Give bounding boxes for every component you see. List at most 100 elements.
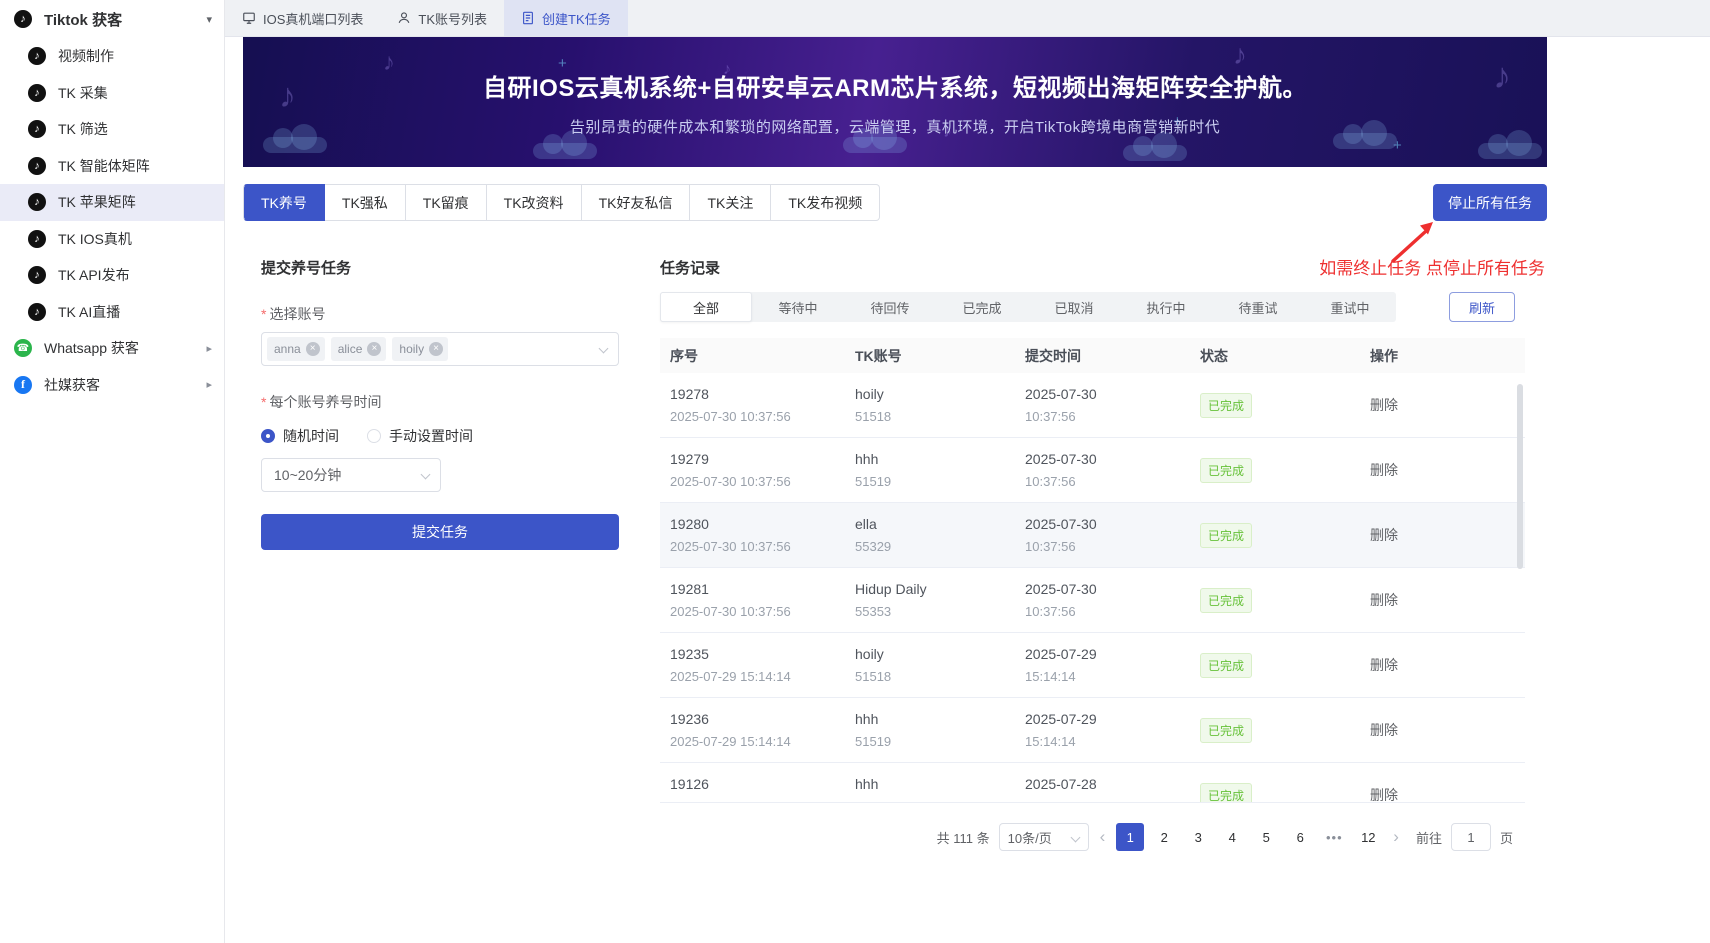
tk-account-id: 55353: [855, 604, 1015, 619]
tab-tk-account-list[interactable]: TK账号列表: [380, 0, 504, 36]
task-type-tab[interactable]: TK改资料: [487, 184, 582, 221]
sidebar-item[interactable]: ♪ TK AI直播 ▸: [0, 294, 224, 331]
status-filter-tab[interactable]: 全部: [660, 292, 752, 322]
task-type-tab[interactable]: TK养号: [243, 184, 325, 221]
sidebar-item-label: TK AI直播: [58, 302, 120, 322]
page-number-button[interactable]: •••: [1320, 823, 1348, 851]
delete-button[interactable]: 删除: [1370, 590, 1398, 610]
tab-ios-device-port-list[interactable]: IOS真机端口列表: [225, 0, 380, 36]
sidebar-item[interactable]: ♪ TK IOS真机 ▸: [0, 221, 224, 258]
status-badge: 已完成: [1200, 393, 1252, 418]
tab-label: TK账号列表: [418, 9, 487, 28]
sidebar-item[interactable]: ☎ Whatsapp 获客 ▸: [0, 330, 224, 367]
task-type-tab[interactable]: TK发布视频: [771, 184, 880, 221]
page-number-button[interactable]: 3: [1184, 823, 1212, 851]
status-filter-tab[interactable]: 重试中: [1304, 292, 1396, 322]
prev-page-button[interactable]: ‹: [1098, 827, 1108, 847]
page-number-button[interactable]: 1: [1116, 823, 1144, 851]
sidebar-item-label: TK 苹果矩阵: [58, 192, 136, 212]
submit-task-panel: 提交养号任务 *选择账号 anna × alice × hoily × *每个账…: [261, 257, 619, 851]
device-icon: [242, 11, 256, 25]
page-number-button[interactable]: 5: [1252, 823, 1280, 851]
page-number-button[interactable]: 12: [1354, 823, 1382, 851]
status-filter-tab[interactable]: 待重试: [1212, 292, 1304, 322]
music-note-decoration: ♪: [1233, 39, 1247, 71]
duration-select[interactable]: 10~20分钟: [261, 458, 441, 492]
task-type-tab[interactable]: TK好友私信: [582, 184, 691, 221]
tiktok-icon: ♪: [28, 266, 46, 284]
page-number-button[interactable]: 4: [1218, 823, 1246, 851]
submit-date: 2025-07-28: [1025, 776, 1190, 792]
remove-tag-icon[interactable]: ×: [367, 342, 381, 356]
status-filter-tab[interactable]: 执行中: [1120, 292, 1212, 322]
scrollbar-thumb[interactable]: [1517, 384, 1523, 569]
delete-button[interactable]: 删除: [1370, 525, 1398, 545]
tk-account-id: 51518: [855, 669, 1015, 684]
submit-time: 10:37:56: [1025, 539, 1190, 554]
tiktok-icon: ♪: [14, 10, 32, 28]
submit-time: 10:37:56: [1025, 409, 1190, 424]
radio-dot-icon: [261, 429, 275, 443]
tab-create-tk-task[interactable]: 创建TK任务: [504, 0, 628, 36]
column-header: 状态: [1190, 346, 1360, 366]
tk-account-name: hhh: [855, 776, 1015, 792]
table-header-row: 序号TK账号提交时间状态操作: [660, 338, 1525, 373]
account-select-label: *选择账号: [261, 304, 619, 324]
remove-tag-icon[interactable]: ×: [306, 342, 320, 356]
table-row: 19235 2025-07-29 15:14:14 hoily 51518 20…: [660, 633, 1525, 698]
sidebar-item[interactable]: ♪ TK 智能体矩阵 ▸: [0, 148, 224, 185]
status-filter-tab[interactable]: 已取消: [1028, 292, 1120, 322]
delete-button[interactable]: 删除: [1370, 460, 1398, 480]
refresh-button[interactable]: 刷新: [1449, 292, 1515, 322]
status-filter-tab[interactable]: 已完成: [936, 292, 1028, 322]
sidebar-item[interactable]: ♪ TK API发布 ▸: [0, 257, 224, 294]
records-table: 序号TK账号提交时间状态操作 19278 2025-07-30 10:37:56…: [660, 338, 1525, 803]
delete-button[interactable]: 删除: [1370, 655, 1398, 675]
goto-label: 前往: [1416, 828, 1442, 847]
next-page-button[interactable]: ›: [1391, 827, 1401, 847]
facebook-icon: f: [14, 376, 32, 394]
page-number-button[interactable]: 2: [1150, 823, 1178, 851]
account-multiselect[interactable]: anna × alice × hoily ×: [261, 332, 619, 366]
app-window: ♪ Tiktok 获客 ▾ ♪ 视频制作 ▸ ♪ TK 采集 ▸ ♪ TK 筛选…: [0, 0, 1710, 943]
sidebar-item[interactable]: f 社媒获客 ▸: [0, 367, 224, 404]
tk-account-id: 51519: [855, 734, 1015, 749]
status-badge: 已完成: [1200, 783, 1252, 804]
stop-all-tasks-button[interactable]: 停止所有任务: [1433, 184, 1547, 221]
radio-option[interactable]: 手动设置时间: [367, 426, 473, 446]
page-number-button[interactable]: 6: [1286, 823, 1314, 851]
task-type-tab[interactable]: TK留痕: [406, 184, 487, 221]
goto-page-input[interactable]: [1451, 823, 1491, 851]
sidebar-item[interactable]: ♪ TK 苹果矩阵 ▸: [0, 184, 224, 221]
delete-button[interactable]: 删除: [1370, 785, 1398, 803]
table-row: 19281 2025-07-30 10:37:56 Hidup Daily 55…: [660, 568, 1525, 633]
radio-option[interactable]: 随机时间: [261, 426, 339, 446]
chevron-right-icon: ▸: [206, 378, 212, 391]
sidebar-item[interactable]: ♪ TK 筛选 ▸: [0, 111, 224, 148]
selected-account-tags: anna × alice × hoily ×: [267, 337, 454, 361]
status-badge: 已完成: [1200, 588, 1252, 613]
delete-button[interactable]: 删除: [1370, 395, 1398, 415]
chevron-down-icon: ▾: [206, 13, 212, 26]
cloud-decoration: [533, 143, 597, 159]
delete-button[interactable]: 删除: [1370, 720, 1398, 740]
task-submitted-at: 2025-07-30 10:37:56: [670, 474, 845, 489]
task-records-panel: 任务记录 全部等待中待回传已完成已取消执行中待重试重试中 刷新 序号TK账号提交…: [660, 257, 1525, 851]
goto-suffix: 页: [1500, 828, 1513, 847]
radio-label: 随机时间: [283, 426, 339, 446]
sidebar-item[interactable]: ♪ TK 采集 ▸: [0, 75, 224, 112]
submit-task-button[interactable]: 提交任务: [261, 514, 619, 550]
tag-label: anna: [274, 342, 301, 356]
account-icon: [397, 11, 411, 25]
status-filter-tab[interactable]: 等待中: [752, 292, 844, 322]
submit-date: 2025-07-30: [1025, 581, 1190, 597]
task-type-tab[interactable]: TK强私: [325, 184, 406, 221]
sidebar-item[interactable]: ♪ 视频制作 ▸: [0, 38, 224, 75]
submit-date: 2025-07-30: [1025, 516, 1190, 532]
remove-tag-icon[interactable]: ×: [429, 342, 443, 356]
task-type-tab[interactable]: TK关注: [690, 184, 771, 221]
page-size-select[interactable]: 10条/页: [999, 823, 1089, 851]
sidebar-header-tiktok[interactable]: ♪ Tiktok 获客 ▾: [0, 0, 224, 38]
tk-account-name: hhh: [855, 451, 1015, 467]
status-filter-tab[interactable]: 待回传: [844, 292, 936, 322]
